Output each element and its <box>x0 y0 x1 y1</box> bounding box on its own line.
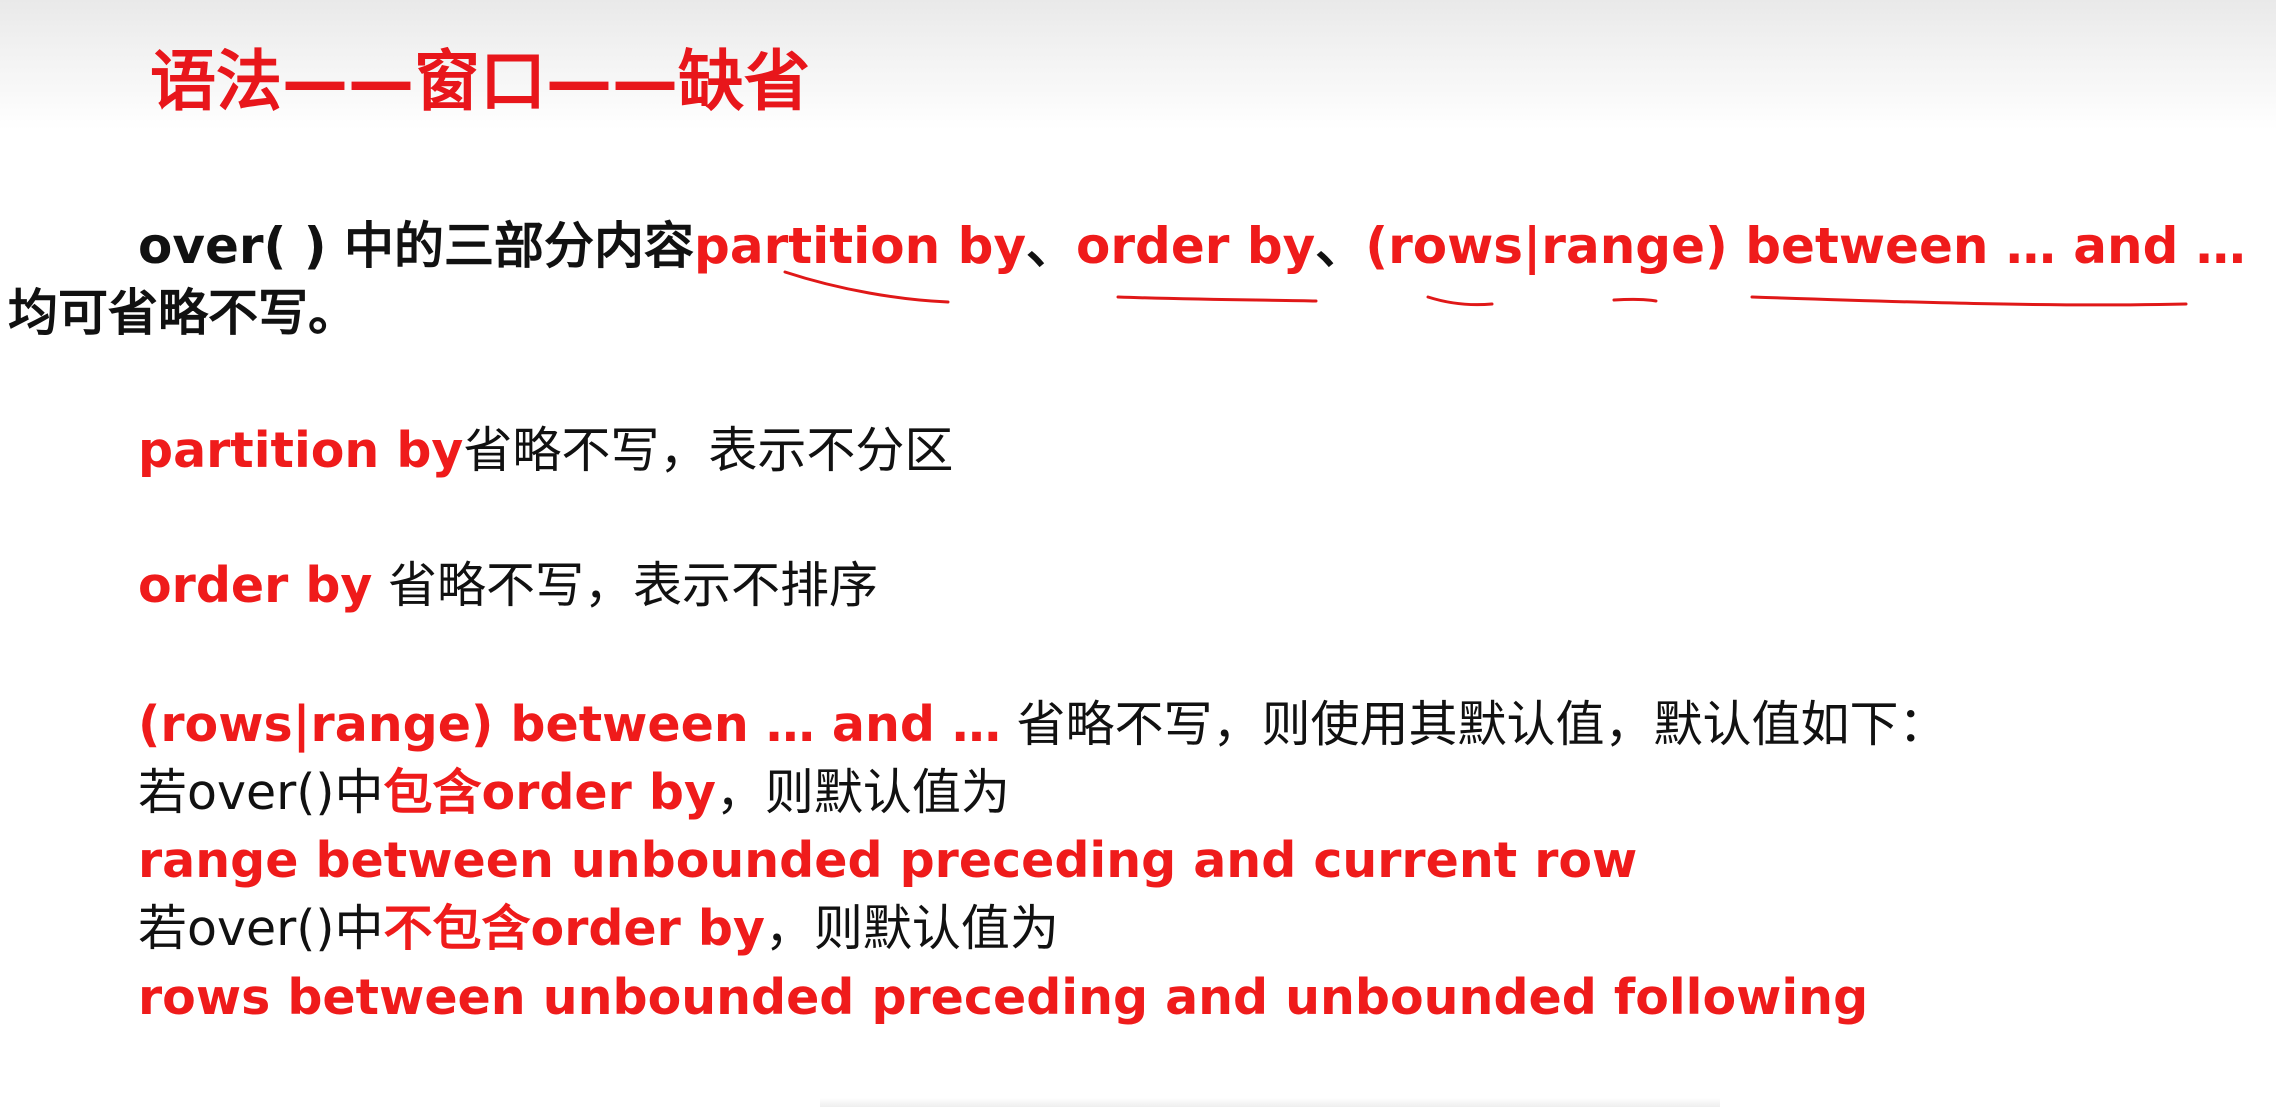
intro-frame-keyword: (rows|range) between … and … <box>1365 217 2246 275</box>
intro-line: over( ) 中的三部分内容partition by、order by、(ro… <box>138 215 2246 277</box>
bottom-shade <box>820 1098 1720 1107</box>
underline-between <box>1750 295 2188 307</box>
case-without-default: rows between unbounded preceding and unb… <box>138 969 1869 1026</box>
case-without-order: 若over()中不包含order by，则默认值为 <box>138 898 1059 960</box>
frame-keyword: (rows|range) between … and … <box>138 696 1001 753</box>
slide-title: 语法——窗口——缺省 <box>150 43 810 120</box>
frame-note: (rows|range) between … and … 省略不写，则使用其默认… <box>138 694 1948 756</box>
order-keyword: order by <box>138 557 373 614</box>
case-without-prefix: 若over()中 <box>138 900 384 957</box>
case-with-order: 若over()中包含order by，则默认值为 <box>138 762 1010 824</box>
case-with-keyword: order by <box>481 764 716 821</box>
order-note: order by 省略不写，表示不排序 <box>138 555 878 617</box>
underline-rows <box>1426 295 1494 307</box>
case-without-keyword: order by <box>530 900 765 957</box>
case-without-suffix: ，则默认值为 <box>764 900 1059 957</box>
case-without-emph: 不包含 <box>383 900 531 957</box>
partition-keyword: partition by <box>138 422 464 479</box>
underline-range <box>1612 297 1658 303</box>
intro-prefix: over( ) 中的三部分内容 <box>138 217 695 275</box>
intro-suffix: 均可省略不写。 <box>8 284 358 342</box>
intro-separator-1: 、 <box>1026 217 1077 275</box>
underline-order <box>1116 295 1318 303</box>
case-with-prefix: 若over()中 <box>138 764 384 821</box>
partition-text: 省略不写，表示不分区 <box>463 422 954 479</box>
case-with-emph: 包含 <box>383 764 482 821</box>
intro-partition-keyword: partition by <box>694 217 1027 275</box>
intro-separator-2: 、 <box>1315 217 1366 275</box>
intro-order-keyword: order by <box>1076 217 1316 275</box>
order-text: 省略不写，表示不排序 <box>372 557 878 614</box>
frame-text: 省略不写，则使用其默认值，默认值如下： <box>1000 696 1948 753</box>
case-with-suffix: ，则默认值为 <box>715 764 1010 821</box>
partition-note: partition by省略不写，表示不分区 <box>138 420 953 482</box>
case-with-default: range between unbounded preceding and cu… <box>138 832 1638 889</box>
